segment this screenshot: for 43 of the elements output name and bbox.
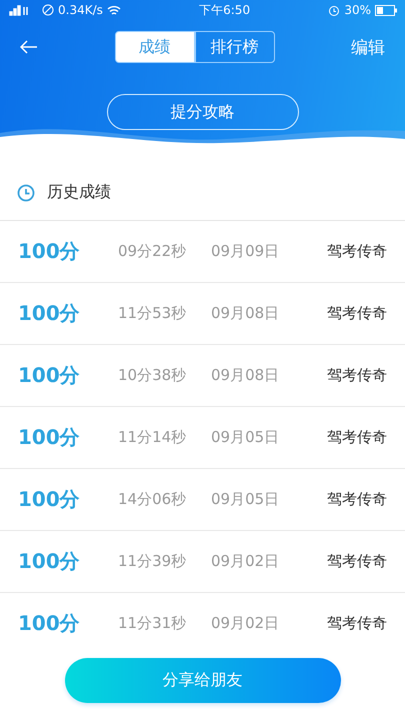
share-button[interactable]: 分享给朋友 bbox=[64, 658, 340, 703]
battery-icon bbox=[375, 4, 397, 16]
blocked-icon bbox=[42, 4, 54, 16]
score: 100分 bbox=[18, 300, 81, 327]
date: 09月02日 bbox=[211, 614, 280, 633]
duration: 11分14秒 bbox=[118, 428, 188, 447]
score: 100分 bbox=[18, 610, 81, 637]
duration: 10分38秒 bbox=[118, 366, 188, 385]
date: 09月08日 bbox=[211, 366, 280, 385]
date: 09月09日 bbox=[211, 242, 280, 261]
score: 100分 bbox=[18, 424, 81, 451]
clock-icon bbox=[17, 184, 35, 202]
duration: 09分22秒 bbox=[118, 242, 188, 261]
date: 09月05日 bbox=[211, 490, 280, 509]
network-speed: 0.34K/s bbox=[58, 3, 103, 17]
section-title: 历史成绩 bbox=[47, 182, 111, 203]
wifi-icon bbox=[106, 4, 121, 16]
exam-title: 驾考传奇 bbox=[327, 552, 387, 571]
exam-title: 驾考传奇 bbox=[327, 614, 387, 633]
clock-time: 下午6:50 bbox=[199, 2, 250, 16]
exam-title: 驾考传奇 bbox=[327, 242, 387, 261]
duration: 11分39秒 bbox=[118, 552, 188, 571]
battery-percent: 30% bbox=[344, 3, 371, 17]
duration: 11分31秒 bbox=[118, 614, 188, 633]
edit-link[interactable]: 编辑 bbox=[351, 36, 385, 58]
duration: 11分53秒 bbox=[118, 304, 188, 323]
score: 100分 bbox=[18, 362, 81, 389]
tab[interactable]: 排行榜 bbox=[194, 31, 274, 63]
tab[interactable]: 成绩 bbox=[114, 31, 194, 63]
date: 09月05日 bbox=[211, 428, 280, 447]
exam-title: 驾考传奇 bbox=[327, 428, 387, 447]
exam-title: 驾考传奇 bbox=[327, 366, 387, 385]
alarm-icon bbox=[328, 4, 340, 16]
exam-title: 驾考传奇 bbox=[327, 490, 387, 509]
score: 100分 bbox=[18, 238, 81, 265]
score: 100分 bbox=[18, 548, 81, 575]
exam-title: 驾考传奇 bbox=[327, 304, 387, 323]
date: 09月02日 bbox=[211, 552, 280, 571]
duration: 14分06秒 bbox=[118, 490, 188, 509]
score: 100分 bbox=[18, 486, 81, 513]
date: 09月08日 bbox=[211, 304, 280, 323]
tips-button[interactable]: 提分攻略 bbox=[106, 94, 298, 130]
back-icon[interactable] bbox=[20, 40, 38, 54]
